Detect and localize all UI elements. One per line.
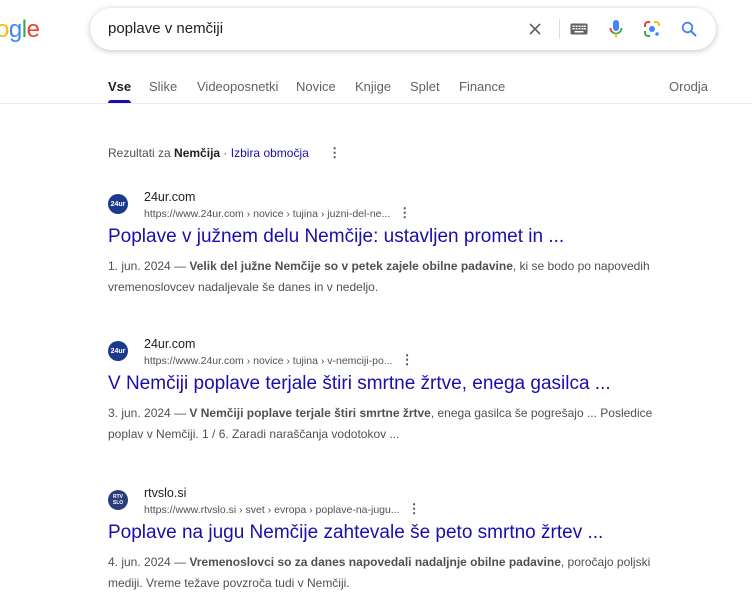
result-url[interactable]: https://www.24ur.com › novice › tujina ›… xyxy=(144,352,414,368)
result-date: 4. jun. 2024 xyxy=(108,555,171,569)
tools-button[interactable]: Orodja xyxy=(669,79,708,94)
result-site-name[interactable]: 24ur.com xyxy=(144,190,195,204)
active-tab-indicator xyxy=(108,100,131,103)
close-icon[interactable] xyxy=(524,8,546,50)
microphone-icon[interactable] xyxy=(605,8,627,50)
tab-finance[interactable]: Finance xyxy=(459,79,505,94)
result-title-link[interactable]: Poplave v južnem delu Nemčije: ustavljen… xyxy=(108,226,564,248)
result-menu-icon[interactable]: ⋮ xyxy=(398,205,411,220)
change-region-link[interactable]: Izbira območja xyxy=(231,146,309,160)
search-input[interactable]: poplave v nemčiji xyxy=(108,20,223,37)
result-title-link[interactable]: V Nemčiji poplave terjale štiri smrtne ž… xyxy=(108,373,611,395)
keyboard-icon[interactable] xyxy=(568,8,590,50)
more-options-icon[interactable]: ⋮ xyxy=(328,145,341,160)
tab-news[interactable]: Novice xyxy=(296,79,336,94)
result-url[interactable]: https://www.24ur.com › novice › tujina ›… xyxy=(144,205,411,221)
tab-books[interactable]: Knjige xyxy=(355,79,391,94)
result-menu-icon[interactable]: ⋮ xyxy=(408,501,421,516)
site-favicon: 24ur xyxy=(108,194,128,214)
result-menu-icon[interactable]: ⋮ xyxy=(401,352,414,367)
logo-letter: g xyxy=(8,16,22,43)
logo-letter: o xyxy=(0,16,9,43)
result-site-name[interactable]: rtvslo.si xyxy=(144,486,186,500)
result-snippet: 3. jun. 2024 — V Nemčiji poplave terjale… xyxy=(108,403,668,445)
search-divider xyxy=(559,19,560,39)
google-lens-icon[interactable] xyxy=(641,8,663,50)
result-url[interactable]: https://www.rtvslo.si › svet › evropa › … xyxy=(144,501,421,517)
result-snippet-highlight: Velik del južne Nemčije so v petek zajel… xyxy=(189,259,513,273)
result-snippet-highlight: Vremenoslovci so za danes napovedali nad… xyxy=(189,555,561,569)
region-separator: · xyxy=(223,146,228,160)
region-prefix: Rezultati za xyxy=(108,146,171,160)
tab-images[interactable]: Slike xyxy=(149,79,177,94)
tab-videos[interactable]: Videoposnetki xyxy=(197,79,278,94)
result-url-text[interactable]: https://www.24ur.com › novice › tujina ›… xyxy=(144,208,390,220)
result-dash: — xyxy=(174,406,187,420)
google-logo[interactable]: ogle xyxy=(0,16,40,44)
result-date: 3. jun. 2024 xyxy=(108,406,171,420)
result-title-link[interactable]: Poplave na jugu Nemčije zahtevale še pet… xyxy=(108,522,603,544)
result-url-text[interactable]: https://www.24ur.com › novice › tujina ›… xyxy=(144,355,393,367)
region-place: Nemčija xyxy=(174,146,221,160)
site-favicon: 24ur xyxy=(108,341,128,361)
logo-letter: e xyxy=(26,16,40,43)
result-site-name[interactable]: 24ur.com xyxy=(144,337,195,351)
search-icon[interactable] xyxy=(678,8,700,50)
result-snippet: 4. jun. 2024 — Vremenoslovci so za danes… xyxy=(108,552,668,594)
logo-text: ogle xyxy=(0,16,40,43)
result-date: 1. jun. 2024 xyxy=(108,259,171,273)
search-bar[interactable]: poplave v nemčiji xyxy=(90,8,716,50)
region-notice: Rezultati za Nemčija · Izbira območja ⋮ xyxy=(108,145,341,161)
result-dash: — xyxy=(174,259,187,273)
search-tabs: Vse Slike Videoposnetki Novice Knjige Sp… xyxy=(0,73,752,104)
tab-all[interactable]: Vse xyxy=(108,79,131,94)
result-snippet-highlight: V Nemčiji poplave terjale štiri smrtne ž… xyxy=(189,406,431,420)
result-url-text[interactable]: https://www.rtvslo.si › svet › evropa › … xyxy=(144,504,400,516)
result-dash: — xyxy=(174,555,187,569)
site-favicon: RTV SLO xyxy=(108,490,128,510)
result-snippet: 1. jun. 2024 — Velik del južne Nemčije s… xyxy=(108,256,668,298)
tab-web[interactable]: Splet xyxy=(410,79,440,94)
